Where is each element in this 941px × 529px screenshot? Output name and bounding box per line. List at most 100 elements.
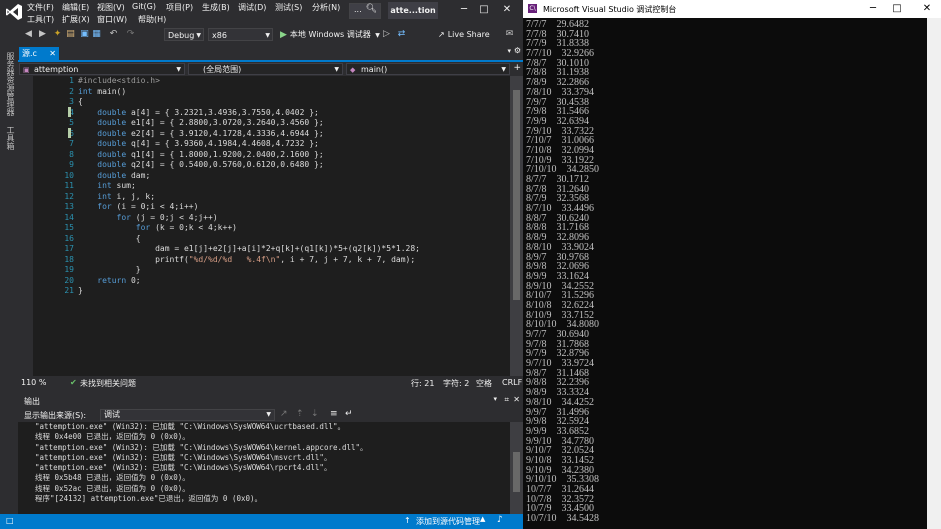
menu-test[interactable]: 测试(S) (275, 2, 302, 13)
close-icon[interactable]: ✕ (497, 2, 517, 18)
issues-status[interactable]: 未找到相关问题 (80, 378, 136, 389)
code-line[interactable]: double q[4] = { 3.9360,4.1984,4.4608,4.7… (78, 139, 508, 150)
server-explorer-tab[interactable]: 服务器资源管理器 (5, 52, 16, 116)
undo-icon[interactable]: ↶ (109, 29, 118, 39)
search-box[interactable]: ... 🔍︎ (349, 3, 381, 19)
menu-build[interactable]: 生成(B) (202, 2, 230, 13)
notifications-icon[interactable]: ♪ (497, 515, 503, 525)
forward-icon[interactable]: ▶ (38, 29, 47, 39)
code-line[interactable]: dam = e1[j]+e2[j]+a[i]*2+q[k]+(q1[k])*5+… (78, 244, 508, 255)
maximize-icon[interactable]: □ (474, 2, 494, 18)
live-share-button[interactable]: ↗ Live Share (438, 27, 490, 42)
code-line[interactable]: for (i = 0;i < 4;i++) (78, 202, 508, 213)
menu-edit[interactable]: 编辑(E) (62, 2, 89, 13)
maximize-icon[interactable]: □ (887, 2, 907, 16)
whitespace-indicator[interactable]: 空格 (476, 378, 492, 389)
code-line[interactable]: { (78, 97, 508, 108)
code-line[interactable]: } (78, 265, 508, 276)
zoom-level[interactable]: 110 % (21, 378, 46, 387)
output-line: "attemption.exe" (Win32): 已加载 "C:\Window… (26, 422, 345, 431)
close-pane-icon[interactable]: ✕ (513, 395, 520, 404)
output-line: 线程 0x4e00 已退出，返回值为 0 (0x0)。 (26, 432, 190, 442)
output-source-value: 调试 (104, 410, 120, 419)
project-icon: ▣ (23, 66, 30, 74)
menu-project[interactable]: 项目(P) (166, 2, 193, 13)
minimize-icon[interactable]: ─ (454, 2, 474, 18)
menu-file[interactable]: 文件(F) (27, 2, 54, 13)
settings-icon[interactable]: ⚙ (514, 46, 521, 55)
clear-all-icon[interactable]: ≡ (330, 409, 338, 419)
menu-extensions[interactable]: 扩展(X) (62, 14, 90, 25)
code-line[interactable]: printf("%d/%d/%d %.4f\n", i + 7, j + 7, … (78, 255, 508, 266)
pane-menu-icon[interactable]: ▾ (493, 395, 497, 403)
code-line[interactable]: #include<stdio.h> (78, 76, 508, 87)
breakpoint-gutter[interactable] (18, 76, 33, 376)
console-scrollbar[interactable] (927, 18, 941, 529)
save-all-icon[interactable]: ▦ (92, 29, 101, 39)
code-line[interactable]: } (78, 286, 508, 297)
tab-list-icon[interactable]: ▾ (507, 47, 511, 55)
menu-view[interactable]: 视图(V) (97, 2, 125, 13)
add-to-source-control[interactable]: 添加到源代码管理 (416, 516, 480, 527)
menu-analyze[interactable]: 分析(N) (312, 2, 340, 13)
code-line[interactable]: { (78, 234, 508, 245)
output-line: "attemption.exe" (Win32): 已加载 "C:\Window… (26, 442, 368, 452)
editor-scrollbar[interactable] (510, 76, 523, 376)
menu-git[interactable]: Git(G) (132, 2, 156, 11)
menu-tools[interactable]: 工具(T) (27, 14, 54, 25)
menu-help[interactable]: 帮助(H) (138, 14, 166, 25)
output-text[interactable]: "attemption.exe" (Win32): 已加载 "C:\Window… (18, 422, 510, 514)
code-line[interactable]: for (k = 0;k < 4;k++) (78, 223, 508, 234)
back-icon[interactable]: ◀ (24, 29, 33, 39)
scope-dropdown[interactable]: (全局范围) ▼ (188, 63, 343, 75)
close-tab-icon[interactable]: ✕ (49, 47, 56, 60)
open-file-icon[interactable]: ▤ (66, 29, 75, 39)
console-title: Microsoft Visual Studio 调试控制台 (543, 5, 677, 14)
hot-reload-icon[interactable]: ⇄ (397, 29, 406, 39)
code-line[interactable]: double e1[4] = { 2.8800,3.0720,3.2640,3.… (78, 118, 508, 129)
visual-studio-window: 文件(F) 编辑(E) 视图(V) Git(G) 项目(P) 生成(B) 调试(… (0, 0, 523, 529)
save-icon[interactable]: ▣ (80, 29, 89, 39)
word-wrap-icon[interactable]: ↵ (345, 409, 353, 419)
project-dropdown[interactable]: ▣ attemption ▼ (19, 63, 185, 75)
next-message-icon[interactable]: ⇣ (311, 409, 319, 419)
platform-select[interactable]: x86 ▼ (208, 28, 273, 41)
configuration-select[interactable]: Debug ▼ (164, 28, 204, 41)
code-line[interactable]: double e2[4] = { 3.9120,4.1728,4.3336,4.… (78, 129, 508, 140)
start-debugging-button[interactable]: ▶ 本地 Windows 调试器 ▼ (280, 27, 380, 42)
line-number: 19 (64, 265, 74, 274)
code-line[interactable]: double dam; (78, 171, 508, 182)
attach-icon[interactable]: ▷ (382, 29, 391, 39)
code-line[interactable]: double q2[4] = { 0.5400,0.5760,0.6120,0.… (78, 160, 508, 171)
code-line[interactable]: int sum; (78, 181, 508, 192)
output-line: 线程 0x52ac 已退出，返回值为 0 (0x0)。 (26, 483, 190, 493)
find-message-icon[interactable]: ↗ (280, 409, 288, 419)
code-line[interactable]: double q1[4] = { 1.8000,1.9200,2.0400,2.… (78, 150, 508, 161)
menu-window[interactable]: 窗口(W) (97, 14, 127, 25)
menu-debug[interactable]: 调试(D) (238, 2, 266, 13)
code-line[interactable]: for (j = 0;j < 4;j++) (78, 213, 508, 224)
line-number: 21 (64, 286, 74, 295)
minimize-icon[interactable]: ─ (863, 2, 883, 16)
output-scrollbar[interactable] (510, 422, 523, 514)
code-line[interactable]: int i, j, k; (78, 192, 508, 203)
pin-icon[interactable]: ⌗ (504, 395, 509, 405)
function-dropdown[interactable]: ◆ main() ▼ (346, 63, 510, 75)
split-add-icon[interactable]: + (513, 63, 521, 73)
output-source-select[interactable]: 调试 ▼ (100, 409, 275, 421)
code-editor[interactable]: 1 2 3 4 5 6 7 8 9 10 11 12 13 14 15 16 17 18 19 20 21 #inclu… (18, 76, 510, 376)
line-ending-indicator[interactable]: CRLF (502, 378, 522, 387)
toolbox-tab[interactable]: 工具箱 (5, 126, 16, 150)
code-line[interactable]: int main() (78, 87, 508, 98)
new-project-icon[interactable]: ✦ (53, 29, 62, 39)
code-line[interactable]: return 0; (78, 276, 508, 287)
code-line[interactable]: double a[4] = { 3.2321,3.4936,3.7550,4.0… (78, 108, 508, 119)
feedback-icon[interactable]: ✉ (505, 29, 514, 39)
toolbar: ◀ ▶ ✦ ▤ ▣ ▦ ↶ ↷ Debug ▼ x86 ▼ ▶ 本地 Window… (0, 26, 523, 43)
close-icon[interactable]: ✕ (917, 2, 937, 16)
previous-message-icon[interactable]: ⇡ (296, 409, 304, 419)
redo-icon[interactable]: ↷ (126, 29, 135, 39)
line-number: 8 (69, 149, 74, 159)
visual-studio-logo-icon[interactable] (5, 3, 23, 21)
file-tab[interactable]: 源.c ✕ (19, 47, 59, 60)
